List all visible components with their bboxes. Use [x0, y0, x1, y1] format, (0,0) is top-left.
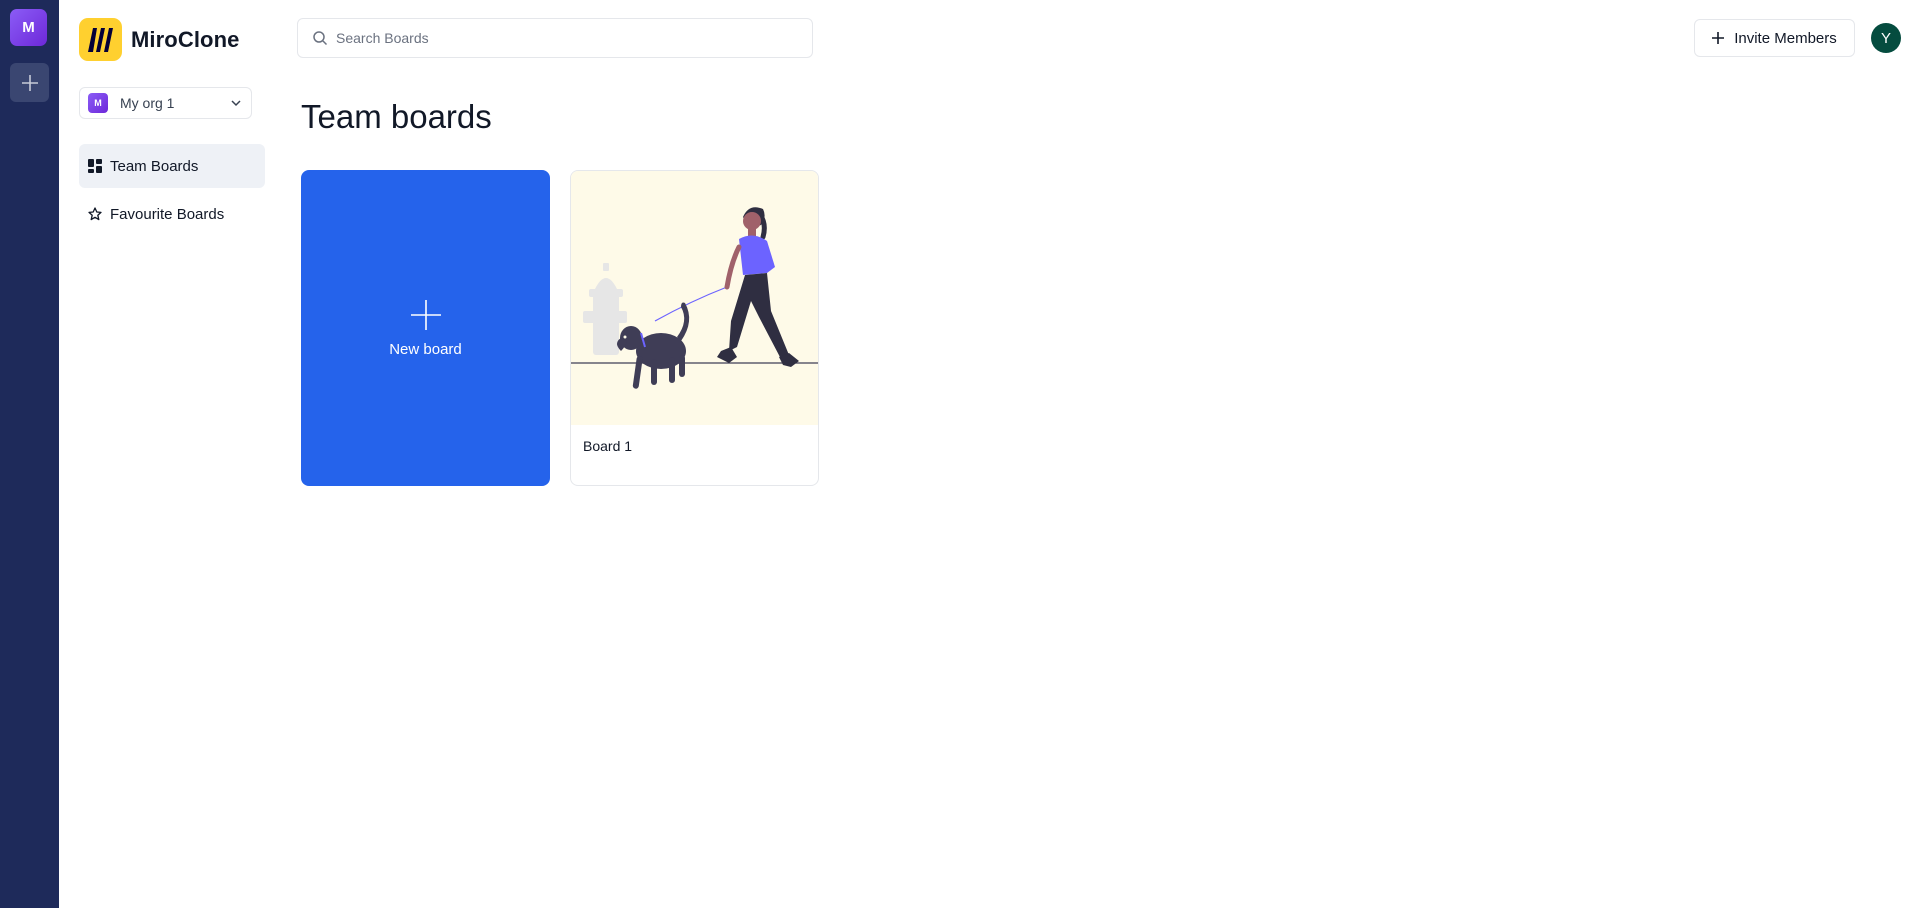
invite-members-label: Invite Members — [1734, 29, 1837, 47]
org-rail: M — [0, 0, 59, 908]
board-thumbnail — [571, 171, 818, 425]
new-board-label: New board — [389, 340, 462, 358]
plus-icon — [410, 299, 441, 330]
new-board-button[interactable]: New board — [301, 170, 550, 486]
board-card[interactable]: Board 1 — [570, 170, 819, 486]
sidebar: MiroClone M My org 1 Team Boards Favouri… — [59, 0, 275, 908]
app-name: MiroClone — [131, 26, 240, 52]
nav-team-boards[interactable]: Team Boards — [79, 144, 265, 188]
nav-team-boards-label: Team Boards — [110, 157, 199, 175]
nav-favourite-boards-label: Favourite Boards — [110, 205, 225, 223]
page-title: Team boards — [301, 98, 492, 135]
create-org-button[interactable] — [10, 63, 49, 102]
user-avatar[interactable]: Y — [1871, 23, 1901, 53]
search-icon — [313, 31, 328, 46]
logo[interactable]: MiroClone — [79, 18, 239, 61]
woman-walking-dog-illustration — [571, 207, 818, 389]
org-select[interactable]: M My org 1 — [79, 87, 252, 119]
org-switch-tile[interactable]: M — [10, 9, 47, 46]
chevron-down-icon — [229, 96, 243, 110]
plus-icon — [21, 74, 38, 91]
search-box[interactable] — [297, 18, 813, 58]
board-title: Board 1 — [583, 438, 633, 454]
plus-icon — [1712, 32, 1725, 44]
nav-favourite-boards[interactable]: Favourite Boards — [79, 192, 265, 236]
miro-logo-icon — [79, 18, 122, 61]
star-icon — [88, 207, 102, 221]
app: M MiroClone M My org 1 Team Boards Favou… — [0, 0, 1918, 908]
org-select-value: My org 1 — [120, 95, 175, 111]
invite-members-button[interactable]: Invite Members — [1694, 19, 1855, 57]
dashboard-icon — [88, 159, 102, 173]
org-avatar: M — [88, 93, 108, 113]
search-input[interactable] — [336, 30, 798, 46]
